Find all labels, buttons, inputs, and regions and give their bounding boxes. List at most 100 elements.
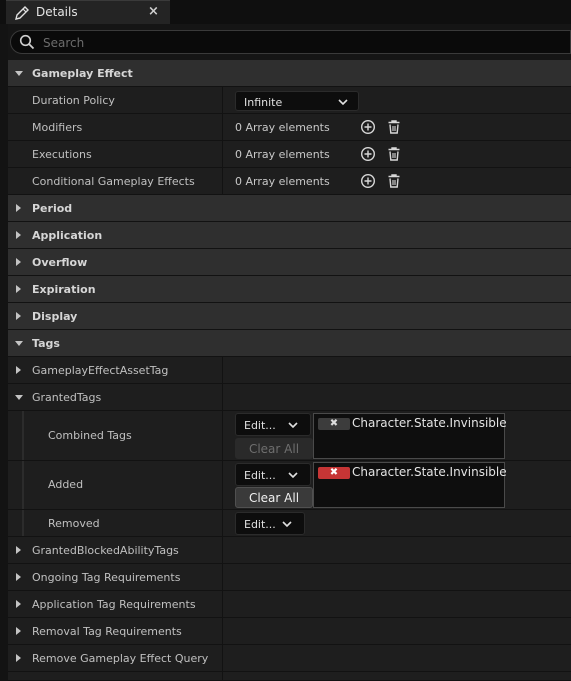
search-input[interactable] [41, 33, 565, 53]
category-tags[interactable]: Tags [8, 330, 571, 357]
edit-tags-dropdown[interactable]: Edit... [235, 512, 305, 535]
tab-details[interactable]: Details × [6, 0, 170, 24]
property-label: Modifiers [32, 121, 83, 134]
array-count: 0 Array elements [235, 148, 330, 161]
clear-all-button[interactable]: Clear All [235, 487, 313, 508]
property-label: GrantedTags [32, 391, 102, 404]
chevron-down-icon [288, 472, 298, 479]
property-label: Ongoing Tag Requirements [32, 571, 181, 584]
dropdown-value: Infinite [244, 96, 283, 109]
property-executions: Executions 0 Array elements [8, 141, 571, 168]
property-ongoing-tag-requirements[interactable]: Ongoing Tag Requirements [8, 564, 571, 591]
chevron-down-icon [288, 422, 298, 429]
property-granted-blocked-ability-tags[interactable]: GrantedBlockedAbilityTags [8, 537, 571, 564]
property-label: Application Tag Requirements [32, 598, 196, 611]
category-label: Display [32, 310, 78, 323]
column-divider [222, 510, 223, 536]
trash-icon[interactable] [386, 119, 402, 135]
column-divider [222, 384, 223, 410]
search-bar [10, 30, 571, 54]
search-icon [19, 34, 35, 50]
property-combined-tags: Combined Tags Edit... Clear All ✖ Charac… [8, 411, 571, 461]
tag-label: Character.State.Invinsible [352, 416, 507, 430]
expand-arrow-icon [15, 71, 23, 76]
category-display[interactable]: Display [8, 303, 571, 330]
trash-icon[interactable] [386, 146, 402, 162]
property-remove-gameplay-effect-query[interactable]: Remove Gameplay Effect Query [8, 645, 571, 672]
collapse-arrow-icon [16, 204, 21, 212]
column-divider [222, 87, 223, 113]
property-label: GrantedBlockedAbilityTags [32, 544, 179, 557]
property-label: Removed [48, 517, 100, 530]
edit-tags-dropdown[interactable]: Edit... [235, 413, 311, 436]
category-label: Gameplay Effect [32, 67, 133, 80]
collapse-arrow-icon [16, 627, 21, 635]
add-element-icon[interactable] [360, 173, 376, 189]
expand-arrow-icon [15, 341, 23, 346]
column-divider [222, 537, 223, 563]
property-label: Remove Gameplay Effect Query [32, 652, 209, 665]
add-element-icon[interactable] [360, 119, 376, 135]
category-application[interactable]: Application [8, 222, 571, 249]
column-divider [222, 672, 223, 680]
property-application-tag-requirements[interactable]: Application Tag Requirements [8, 591, 571, 618]
category-period[interactable]: Period [8, 195, 571, 222]
property-granted-tags[interactable]: GrantedTags [8, 384, 571, 411]
category-gameplay-effect[interactable]: Gameplay Effect [8, 60, 571, 87]
collapse-arrow-icon [16, 258, 21, 266]
array-count: 0 Array elements [235, 175, 330, 188]
indent-guide [22, 411, 24, 460]
category-label: Tags [32, 337, 60, 350]
collapse-arrow-icon [16, 366, 21, 374]
category-label: Overflow [32, 256, 88, 269]
property-label: Combined Tags [48, 429, 132, 442]
column-divider [222, 168, 223, 194]
collapse-arrow-icon [16, 573, 21, 581]
column-divider [222, 461, 223, 509]
column-divider [222, 645, 223, 671]
property-label: Executions [32, 148, 92, 161]
column-divider [222, 411, 223, 460]
duration-policy-dropdown[interactable]: Infinite [235, 91, 359, 111]
chevron-down-icon [282, 521, 292, 528]
remove-tag-icon[interactable]: ✖ [318, 467, 350, 479]
column-divider [222, 114, 223, 140]
column-divider [222, 618, 223, 644]
property-gameplay-effect-asset-tag[interactable]: GameplayEffectAssetTag [8, 357, 571, 384]
chevron-down-icon [338, 99, 348, 106]
property-label: Removal Tag Requirements [32, 625, 182, 638]
array-count: 0 Array elements [235, 121, 330, 134]
dropdown-label: Edit... [244, 469, 276, 482]
left-gutter [0, 24, 8, 681]
property-label: Added [48, 478, 84, 491]
category-overflow[interactable]: Overflow [8, 249, 571, 276]
details-panel: Gameplay Effect Duration Policy Infinite… [8, 60, 571, 681]
property-removal-tag-requirements[interactable]: Removal Tag Requirements [8, 618, 571, 645]
trash-icon[interactable] [386, 173, 402, 189]
collapse-arrow-icon [16, 312, 21, 320]
edit-tags-dropdown[interactable]: Edit... [235, 463, 311, 486]
tab-title: Details [36, 5, 78, 19]
property-removed-tags: Removed Edit... [8, 510, 571, 537]
category-label: Period [32, 202, 73, 215]
property-duration-policy: Duration Policy Infinite [8, 87, 571, 114]
close-icon[interactable]: × [148, 4, 159, 19]
collapse-arrow-icon [16, 546, 21, 554]
tag-container: ✖ Character.State.Invinsible [313, 462, 507, 508]
category-expiration[interactable]: Expiration [8, 276, 571, 303]
tab-strip: Details × [0, 0, 571, 24]
list-item [8, 672, 571, 681]
column-divider [222, 357, 223, 383]
indent-guide [22, 510, 24, 536]
collapse-arrow-icon [16, 654, 21, 662]
clear-all-button: Clear All [235, 438, 313, 459]
property-added-tags: Added Edit... Clear All ✖ Character.Stat… [8, 461, 571, 510]
collapse-arrow-icon [16, 600, 21, 608]
property-modifiers: Modifiers 0 Array elements [8, 114, 571, 141]
indent-guide [22, 461, 24, 509]
add-element-icon[interactable] [360, 146, 376, 162]
tag-label: Character.State.Invinsible [352, 465, 507, 479]
dropdown-label: Edit... [244, 518, 276, 531]
property-label: Duration Policy [32, 94, 115, 107]
property-conditional-gameplay-effects: Conditional Gameplay Effects 0 Array ele… [8, 168, 571, 195]
